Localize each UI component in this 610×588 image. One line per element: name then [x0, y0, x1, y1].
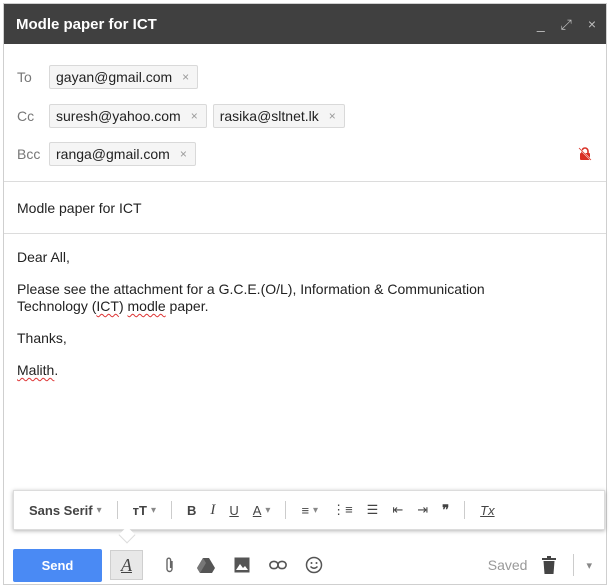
chevron-down-icon: ▾: [150, 504, 156, 516]
recipient-chip[interactable]: rasika@sltnet.lk ×: [212, 104, 345, 128]
underline-button[interactable]: U: [229, 503, 238, 518]
signature-end: .: [54, 362, 59, 378]
body-thanks: Thanks,: [17, 330, 67, 346]
body-line: Technology (: [17, 298, 97, 314]
more-options-icon[interactable]: ▾: [586, 559, 592, 572]
align-icon: ≡: [301, 502, 310, 518]
close-icon[interactable]: ×: [588, 17, 596, 31]
italic-button[interactable]: I: [210, 502, 215, 519]
recipient-chip[interactable]: gayan@gmail.com ×: [49, 65, 199, 89]
link-icon[interactable]: [269, 556, 287, 574]
remove-recipient-icon[interactable]: ×: [180, 147, 187, 161]
recipient-chip[interactable]: suresh@yahoo.com ×: [49, 104, 207, 128]
trash-icon[interactable]: [541, 556, 557, 574]
message-body[interactable]: Dear All, Please see the attachment for …: [17, 249, 597, 394]
remove-recipient-icon[interactable]: ×: [182, 70, 189, 84]
subject-field[interactable]: Modle paper for ICT: [4, 181, 606, 234]
saved-status: Saved: [487, 557, 528, 573]
compose-window: Modle paper for ICT _ ⤢ × To gayan@gmail…: [3, 3, 607, 585]
chevron-down-icon: ▾: [313, 504, 319, 516]
align-button[interactable]: ≡ ▾: [301, 503, 318, 518]
body-greeting: Dear All,: [17, 249, 70, 265]
recipient-email: suresh@yahoo.com: [56, 108, 181, 124]
compose-title: Modle paper for ICT: [16, 15, 157, 33]
spellcheck-word[interactable]: Malith: [17, 362, 54, 378]
remove-recipient-icon[interactable]: ×: [329, 109, 336, 123]
indent-less-icon[interactable]: ⇤: [392, 502, 403, 518]
numbered-list-icon[interactable]: ⋮≡: [332, 502, 353, 518]
text-color-icon: A: [252, 502, 262, 518]
paperclip-icon[interactable]: [161, 556, 179, 574]
toolbar-divider: [285, 501, 287, 519]
to-row[interactable]: To gayan@gmail.com ×: [4, 58, 606, 96]
font-family-label: Sans Serif: [29, 502, 93, 518]
text-color-button[interactable]: A ▾: [253, 503, 271, 518]
compose-bottom-bar: Send A Saved ▾: [4, 544, 606, 586]
body-line: ): [118, 298, 128, 314]
toolbar-divider: [170, 501, 172, 519]
font-family-select[interactable]: Sans Serif ▾: [29, 503, 102, 518]
body-line: paper.: [165, 298, 209, 314]
bcc-row[interactable]: Bcc ranga@gmail.com ×: [4, 135, 606, 173]
bulleted-list-icon[interactable]: ☰: [367, 502, 379, 518]
cc-row[interactable]: Cc suresh@yahoo.com × rasika@sltnet.lk ×: [4, 97, 606, 135]
formatting-toolbar: Sans Serif ▾ ᴛT ▾ B I U A ▾ ≡ ▾ ⋮≡ ☰ ⇤ ⇥ ❞ T…: [13, 490, 605, 530]
expand-icon[interactable]: ⤢: [561, 17, 572, 31]
clear-format-icon[interactable]: Tx: [480, 503, 494, 518]
emoji-icon[interactable]: [305, 556, 323, 574]
toolbar-divider: [573, 554, 575, 576]
bold-button[interactable]: B: [187, 503, 196, 518]
cc-label[interactable]: Cc: [17, 108, 49, 124]
photo-icon[interactable]: [233, 556, 251, 574]
spellcheck-word[interactable]: ICT: [96, 298, 119, 314]
minimize-icon[interactable]: _: [537, 17, 545, 31]
chevron-down-icon: ▾: [265, 504, 271, 516]
toolbar-divider: [116, 501, 118, 519]
text-size-icon: ᴛT: [132, 502, 147, 518]
remove-recipient-icon[interactable]: ×: [191, 109, 198, 123]
send-button[interactable]: Send: [13, 548, 102, 582]
body-paragraph: Please see the attachment for a G.C.E.(O…: [17, 281, 597, 315]
subject-text: Modle paper for ICT: [17, 199, 142, 216]
body-signature: Malith.: [17, 362, 597, 379]
recipient-email: ranga@gmail.com: [56, 146, 170, 162]
toolbar-divider: [464, 501, 466, 519]
indent-more-icon[interactable]: ⇥: [417, 502, 428, 518]
recipient-chip[interactable]: ranga@gmail.com ×: [49, 142, 196, 166]
compose-titlebar[interactable]: Modle paper for ICT _ ⤢ ×: [4, 4, 606, 44]
quote-icon[interactable]: ❞: [442, 502, 449, 518]
recipient-email: gayan@gmail.com: [56, 69, 173, 85]
recipient-email: rasika@sltnet.lk: [219, 108, 319, 124]
chevron-down-icon: ▾: [96, 504, 102, 516]
font-size-button[interactable]: ᴛT ▾: [133, 503, 156, 518]
drive-icon[interactable]: [197, 556, 215, 574]
bcc-label[interactable]: Bcc: [17, 146, 49, 162]
body-line: Please see the attachment for a G.C.E.(O…: [17, 281, 485, 297]
to-label[interactable]: To: [17, 69, 49, 85]
formatting-options-button[interactable]: A: [110, 550, 143, 580]
spellcheck-word[interactable]: modle: [128, 298, 166, 314]
lock-icon[interactable]: [578, 147, 592, 161]
